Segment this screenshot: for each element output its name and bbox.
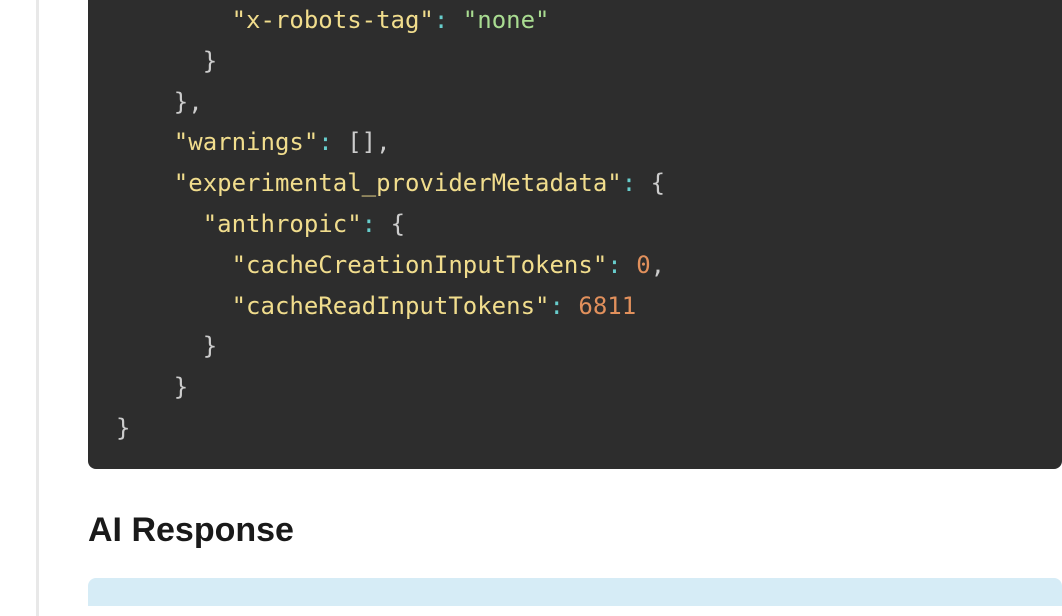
brace: {	[391, 210, 405, 238]
code-line: }	[116, 41, 1034, 82]
code-line: }	[116, 367, 1034, 408]
colon: :	[434, 6, 448, 34]
comma: ,	[651, 251, 665, 279]
code-line: }	[116, 326, 1034, 367]
colon: :	[607, 251, 621, 279]
json-key: "warnings"	[174, 128, 319, 156]
code-line: "cacheReadInputTokens": 6811	[116, 286, 1034, 327]
code-line: }	[116, 408, 1034, 449]
brace: {	[651, 169, 665, 197]
json-string: "none"	[463, 6, 550, 34]
code-line: },	[116, 82, 1034, 123]
code-line: "warnings": [],	[116, 122, 1034, 163]
colon: :	[318, 128, 332, 156]
json-key: "x-robots-tag"	[232, 6, 434, 34]
colon: :	[549, 292, 563, 320]
json-key: "experimental_providerMetadata"	[174, 169, 622, 197]
code-line: "cacheCreationInputTokens": 0,	[116, 245, 1034, 286]
code-line: "anthropic": {	[116, 204, 1034, 245]
json-key: "anthropic"	[203, 210, 362, 238]
left-border	[36, 0, 39, 616]
json-key: "cacheReadInputTokens"	[232, 292, 550, 320]
bracket: []	[347, 128, 376, 156]
response-block	[88, 578, 1062, 606]
ai-response-heading: AI Response	[88, 511, 1062, 550]
code-line: "x-robots-tag": "none"	[116, 0, 1034, 41]
json-number: 0	[636, 251, 650, 279]
code-line: "experimental_providerMetadata": {	[116, 163, 1034, 204]
json-key: "cacheCreationInputTokens"	[232, 251, 608, 279]
code-block: "x-robots-tag": "none" } }, "warnings": …	[88, 0, 1062, 469]
comma: ,	[376, 128, 390, 156]
colon: :	[622, 169, 636, 197]
colon: :	[362, 210, 376, 238]
json-number: 6811	[578, 292, 636, 320]
brace: },	[116, 88, 203, 116]
